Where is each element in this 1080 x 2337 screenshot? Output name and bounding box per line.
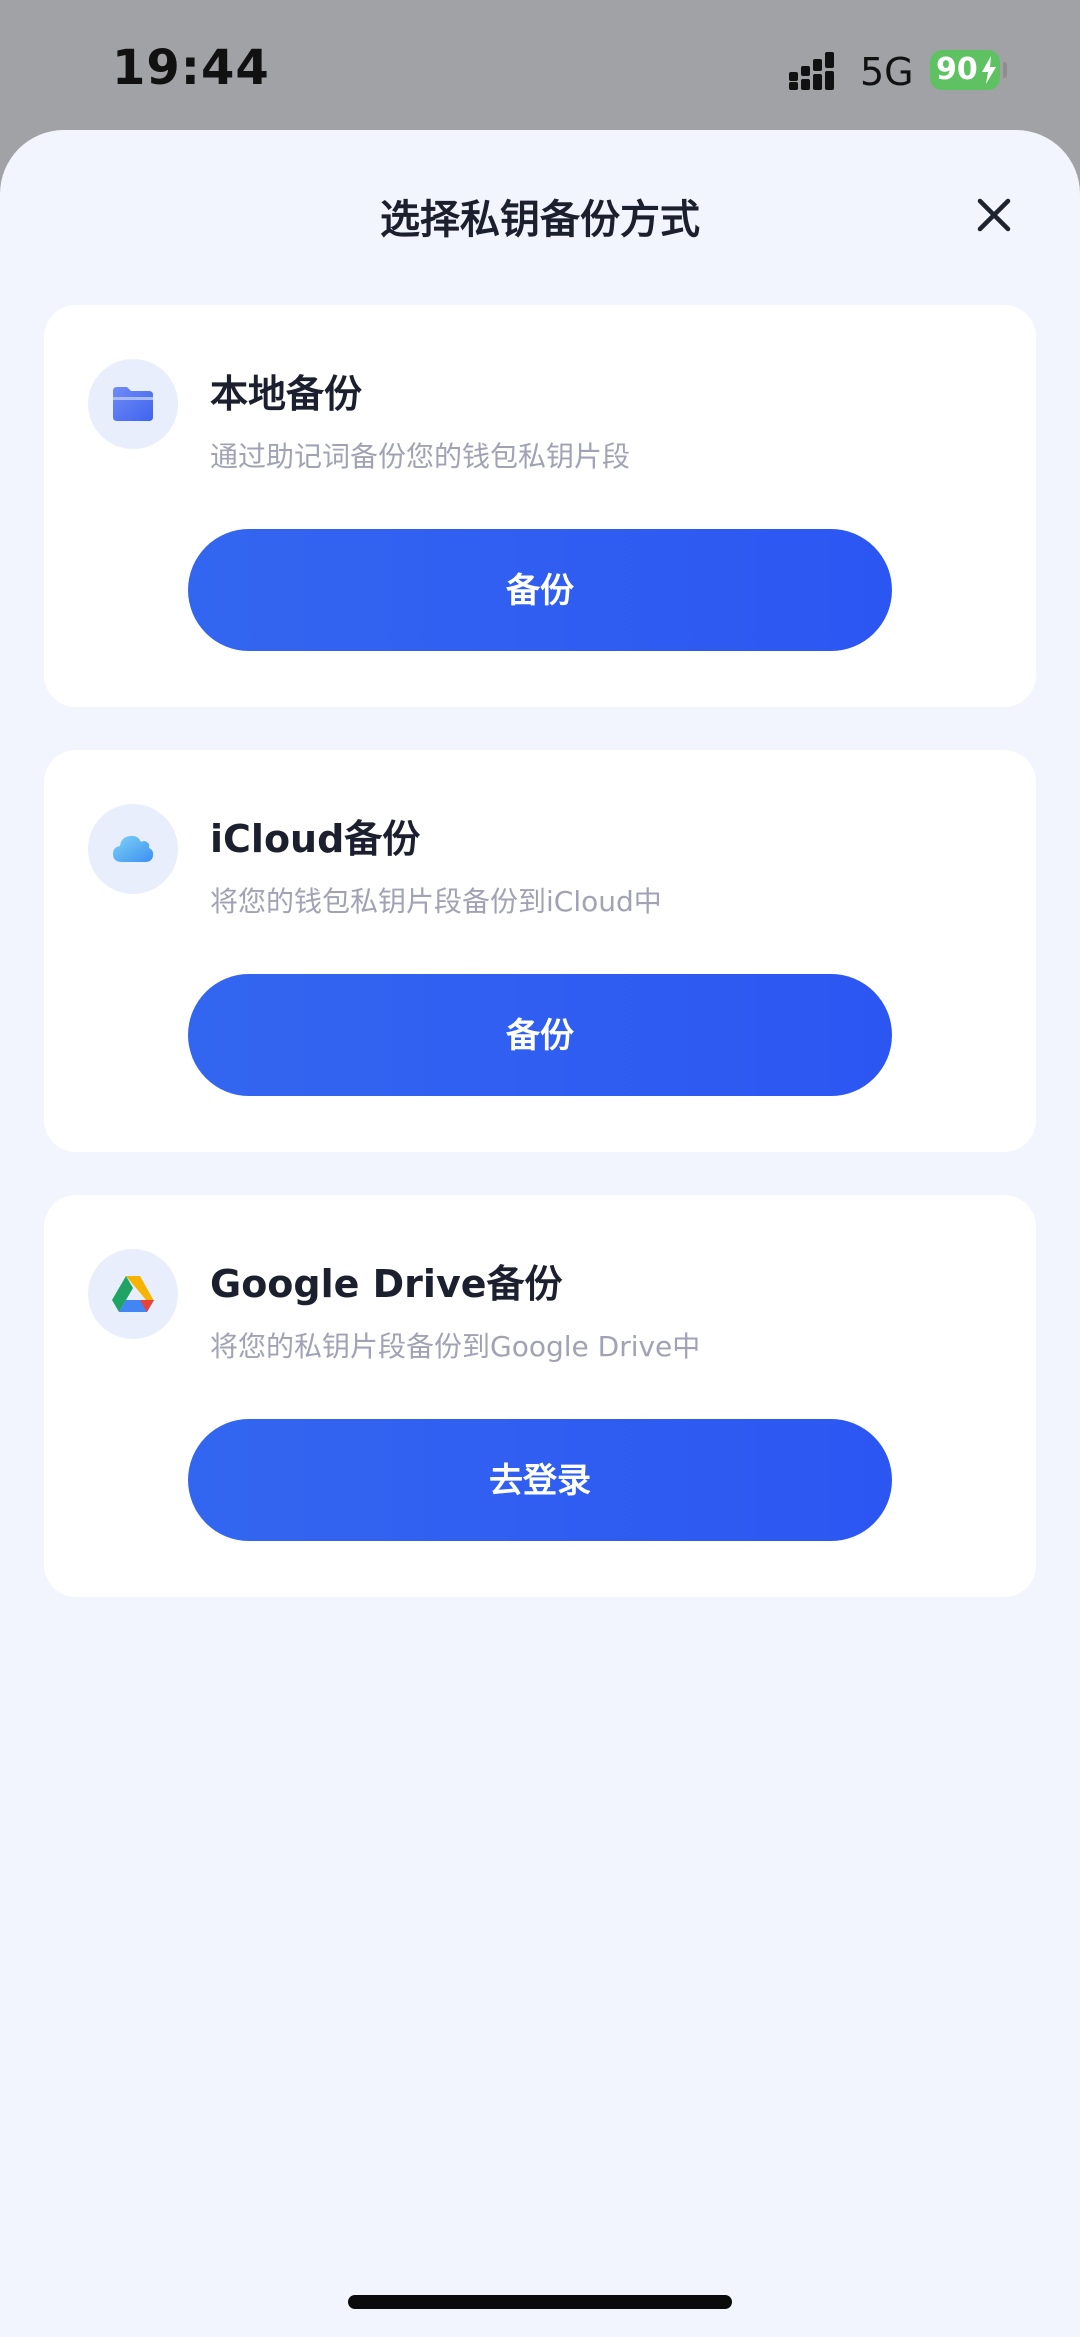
icloud-icon (113, 835, 154, 862)
card-description: 通过助记词备份您的钱包私钥片段 (210, 440, 631, 473)
battery-cap (1003, 62, 1007, 78)
battery-indicator: 90 (930, 50, 1000, 90)
card-description: 将您的钱包私钥片段备份到iCloud中 (210, 885, 662, 918)
icloud-backup-button[interactable]: 备份 (188, 974, 892, 1096)
card-title: iCloud备份 (210, 817, 421, 861)
sheet-title: 选择私钥备份方式 (380, 197, 700, 243)
home-indicator[interactable] (348, 2295, 732, 2309)
battery-level: 90 (936, 52, 978, 87)
local-backup-button[interactable]: 备份 (188, 529, 892, 651)
google-drive-backup-card: Google Drive备份 将您的私钥片段备份到Google Drive中 去… (44, 1195, 1036, 1597)
status-bar: 19:44 5G 90 (0, 0, 1080, 130)
card-title: Google Drive备份 (210, 1262, 563, 1306)
charging-bolt-icon (982, 56, 996, 84)
card-description: 将您的私钥片段备份到Google Drive中 (210, 1330, 701, 1363)
icloud-backup-icon-badge (88, 804, 178, 894)
local-backup-card: 本地备份 通过助记词备份您的钱包私钥片段 备份 (44, 305, 1036, 707)
google-login-button[interactable]: 去登录 (188, 1419, 892, 1541)
backup-method-sheet: 选择私钥备份方式 本地备份 通过助记词备份您的钱包私钥片段 备份 iCloud备… (0, 130, 1080, 2337)
status-time: 19:44 (112, 40, 270, 96)
google-drive-icon-badge (88, 1249, 178, 1339)
close-icon[interactable] (974, 195, 1014, 235)
local-backup-icon-badge (88, 359, 178, 449)
google-drive-icon (112, 1276, 154, 1312)
signal-icon (789, 52, 834, 90)
network-type: 5G (860, 50, 914, 94)
card-title: 本地备份 (210, 372, 363, 416)
folder-icon (113, 387, 153, 421)
icloud-backup-card: iCloud备份 将您的钱包私钥片段备份到iCloud中 备份 (44, 750, 1036, 1152)
